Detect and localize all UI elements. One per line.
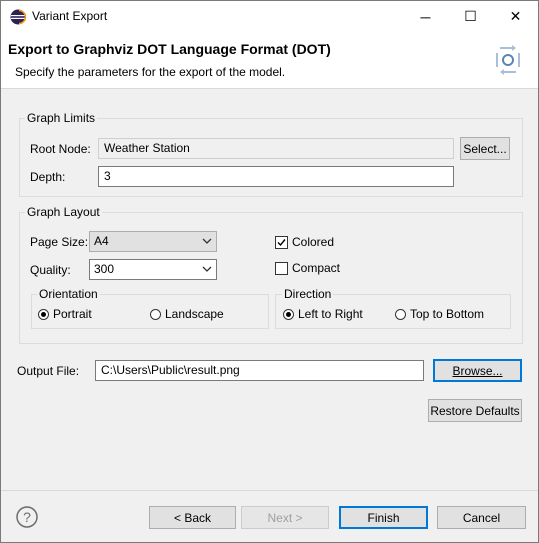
back-button[interactable]: < Back <box>149 506 236 529</box>
svg-text:?: ? <box>23 509 31 525</box>
finish-label: Finish <box>367 510 400 525</box>
close-icon: ✕ <box>509 8 522 24</box>
page-size-value: A4 <box>94 234 109 248</box>
graph-limits-label: Graph Limits <box>25 111 98 125</box>
browse-label: Browse... <box>452 363 503 378</box>
root-node-field[interactable]: Weather Station <box>98 138 454 159</box>
landscape-radio[interactable]: Landscape <box>150 307 224 321</box>
footer-separator <box>1 490 538 491</box>
checkbox-box <box>275 235 288 249</box>
close-button[interactable]: ✕ <box>493 1 538 32</box>
colored-label: Colored <box>292 235 335 249</box>
wizard-banner: Export to Graphviz DOT Language Format (… <box>1 32 538 89</box>
radio-selected-icon <box>38 308 49 320</box>
maximize-button[interactable]: ☐ <box>448 1 493 32</box>
banner-title: Export to Graphviz DOT Language Format (… <box>8 41 331 57</box>
top-to-bottom-radio[interactable]: Top to Bottom <box>395 307 484 321</box>
depth-label: Depth: <box>30 170 66 184</box>
chevron-down-icon <box>202 266 212 272</box>
output-file-label: Output File: <box>17 364 80 378</box>
cancel-button[interactable]: Cancel <box>437 506 526 529</box>
compact-label: Compact <box>292 261 341 275</box>
browse-button[interactable]: Browse... <box>433 359 522 382</box>
left-to-right-radio[interactable]: Left to Right <box>283 307 363 321</box>
page-size-label: Page Size: <box>30 235 89 249</box>
title-bar: Variant Export ─ ☐ ✕ <box>1 1 538 32</box>
minimize-button[interactable]: ─ <box>403 1 448 32</box>
finish-button[interactable]: Finish <box>339 506 428 529</box>
portrait-radio[interactable]: Portrait <box>38 307 92 321</box>
window-title: Variant Export <box>32 9 108 23</box>
restore-defaults-button[interactable]: Restore Defaults <box>428 399 522 422</box>
export-wizard-icon <box>496 45 520 75</box>
page-size-select[interactable]: A4 <box>89 231 217 252</box>
dialog-window: Variant Export ─ ☐ ✕ Export to Graphviz … <box>0 0 539 543</box>
back-label: < Back <box>173 510 212 525</box>
cancel-label: Cancel <box>462 510 501 525</box>
radio-unselected-icon <box>150 308 161 320</box>
select-button[interactable]: Select... <box>460 137 510 160</box>
help-icon[interactable]: ? <box>16 506 38 528</box>
portrait-label: Portrait <box>53 307 92 321</box>
direction-label: Direction <box>282 287 334 301</box>
top-to-bottom-label: Top to Bottom <box>410 307 485 321</box>
quality-combo[interactable]: 300 <box>89 259 217 280</box>
chevron-down-icon <box>202 238 212 244</box>
depth-field[interactable]: 3 <box>98 166 454 187</box>
next-label: Next > <box>267 510 303 525</box>
minimize-icon: ─ <box>420 8 431 25</box>
radio-selected-icon <box>283 308 294 320</box>
left-to-right-label: Left to Right <box>298 307 363 321</box>
compact-checkbox[interactable]: Compact <box>275 261 340 275</box>
colored-checkbox[interactable]: Colored <box>275 235 334 249</box>
quality-label: Quality: <box>30 263 71 277</box>
output-file-field[interactable]: C:\Users\Public\result.png <box>95 360 424 381</box>
orientation-label: Orientation <box>37 287 100 301</box>
maximize-icon: ☐ <box>464 8 477 24</box>
check-icon <box>277 238 286 246</box>
radio-unselected-icon <box>395 308 406 320</box>
checkbox-box <box>275 261 288 275</box>
banner-description: Specify the parameters for the export of… <box>15 65 286 79</box>
quality-value: 300 <box>94 262 115 276</box>
graph-layout-label: Graph Layout <box>25 205 102 219</box>
next-button[interactable]: Next > <box>241 506 329 529</box>
root-node-label: Root Node: <box>30 142 91 156</box>
eclipse-icon <box>10 9 26 25</box>
landscape-label: Landscape <box>165 307 224 321</box>
